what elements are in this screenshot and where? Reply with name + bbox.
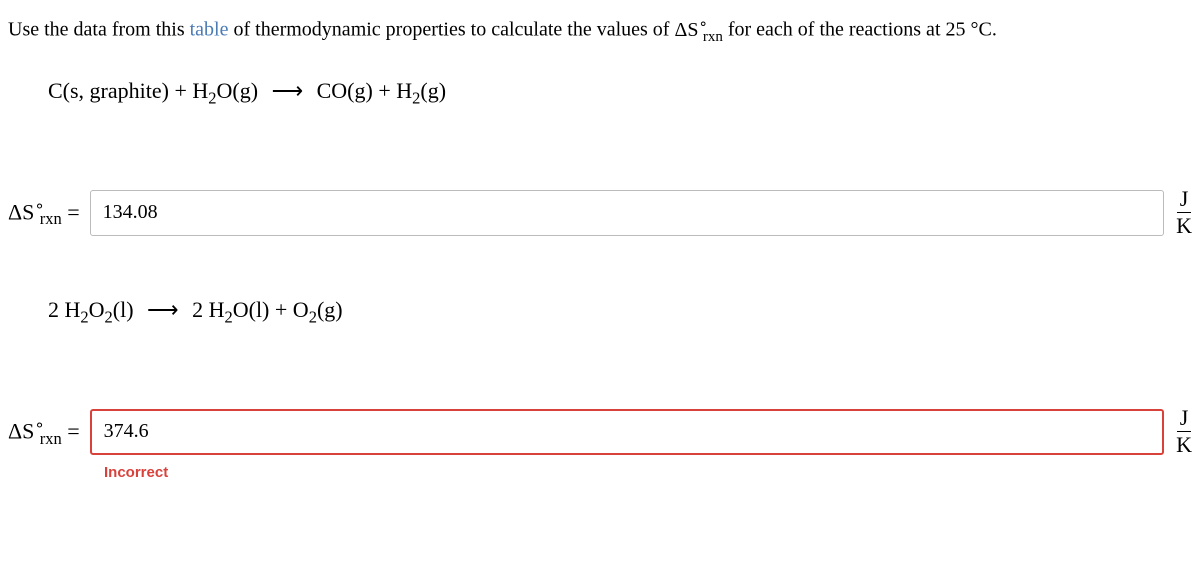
answer-input-2[interactable] bbox=[90, 409, 1164, 455]
unit-label-2: J K bbox=[1176, 407, 1192, 456]
table-link[interactable]: table bbox=[190, 19, 229, 41]
delta-s-symbol: ΔS∘rxn bbox=[674, 19, 722, 41]
arrow-icon: ⟶ bbox=[147, 297, 179, 322]
question-suffix: for each of the reactions at 25 °C. bbox=[723, 19, 997, 41]
question-prompt: Use the data from this table of thermody… bbox=[8, 14, 1192, 48]
answer-input-1[interactable] bbox=[90, 190, 1164, 236]
unit-label-1: J K bbox=[1176, 188, 1192, 237]
reaction-1-equation: C(s, graphite) + H2O(g) ⟶ CO(g) + H2(g) bbox=[48, 78, 1192, 108]
question-prefix: Use the data from this bbox=[8, 19, 190, 41]
arrow-icon: ⟶ bbox=[272, 78, 304, 103]
answer-row-1: ΔS∘rxn = J K bbox=[8, 188, 1192, 237]
delta-s-label-1: ΔS∘rxn = bbox=[8, 196, 80, 230]
feedback-incorrect: Incorrect bbox=[104, 464, 1192, 481]
answer-row-2: ΔS∘rxn = J K bbox=[8, 407, 1192, 456]
reaction-2-equation: 2 H2O2(l) ⟶ 2 H2O(l) + O2(g) bbox=[48, 297, 1192, 327]
question-middle: of thermodynamic properties to calculate… bbox=[229, 19, 675, 41]
delta-s-label-2: ΔS∘rxn = bbox=[8, 415, 80, 449]
